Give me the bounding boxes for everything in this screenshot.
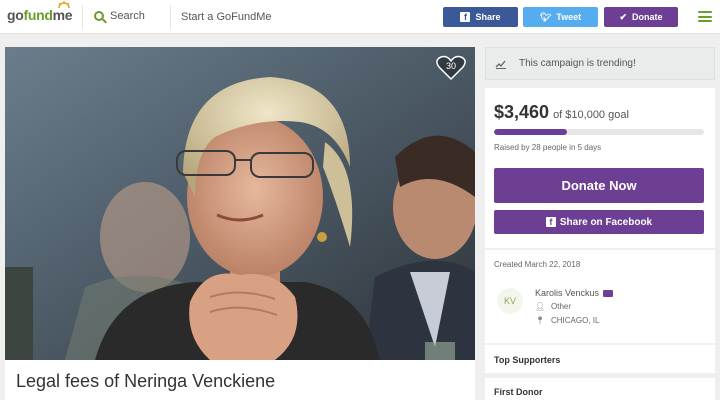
top-supporters-section: Top Supporters <box>485 345 715 373</box>
header-donate-button[interactable]: ✔ Donate <box>604 7 678 27</box>
organizer-name[interactable]: Karolis Venckus <box>535 288 599 298</box>
campaign-photo: 30 <box>5 47 475 360</box>
header-divider <box>170 5 171 29</box>
progress-bar <box>494 129 704 135</box>
hamburger-menu-icon[interactable] <box>698 11 712 22</box>
search-link[interactable]: Search <box>94 10 145 22</box>
organizer-location: CHICAGO, IL <box>551 316 600 325</box>
search-icon <box>94 11 104 21</box>
first-donor-section: First Donor <box>485 378 715 400</box>
campaign-title: Legal fees of Neringa Venckiene <box>16 371 276 391</box>
start-gofundme-link[interactable]: Start a GoFundMe <box>181 11 272 23</box>
facebook-icon: f <box>460 12 471 22</box>
campaign-photo-illustration <box>5 47 475 360</box>
sun-icon <box>58 1 70 9</box>
heart-button[interactable]: 30 <box>436 55 466 81</box>
header-tweet-button[interactable]: 🐦︎ Tweet <box>523 7 598 27</box>
organizer-relation: Other <box>551 302 572 311</box>
twitter-icon: 🐦︎ <box>539 11 552 22</box>
organizer-relation-row: 👤︎ Other <box>535 302 571 311</box>
donate-now-button[interactable]: Donate Now <box>494 168 704 203</box>
logo-text-fund: fund <box>23 7 53 23</box>
share-on-facebook-button[interactable]: f Share on Facebook <box>494 210 704 234</box>
organizer-location-row: 📍︎ CHICAGO, IL <box>535 316 599 325</box>
trending-chart-icon <box>495 60 506 69</box>
header-divider <box>82 5 83 29</box>
search-label: Search <box>110 10 145 22</box>
donation-card: $3,460 of $10,000 goal Raised by 28 peop… <box>485 88 715 248</box>
organizer-avatar: KV <box>497 288 523 314</box>
user-icon: 👤︎ <box>535 302 546 311</box>
heart-count: 30 <box>445 61 456 71</box>
goal-text: of $10,000 goal <box>553 109 629 121</box>
donate-label: Donate <box>632 12 663 22</box>
envelope-icon[interactable] <box>603 289 614 297</box>
organizer-name-row: Karolis Venckus <box>535 288 614 298</box>
raised-by-text: Raised by 28 people in 5 days <box>494 143 602 152</box>
header-share-button[interactable]: f Share <box>443 7 518 27</box>
share-label: Share <box>475 12 501 22</box>
top-supporters-heading: Top Supporters <box>494 355 561 365</box>
raised-amount: $3,460 <box>494 102 550 122</box>
gofundme-logo[interactable]: gofundme <box>7 1 73 23</box>
logo-text-go: go <box>7 7 24 23</box>
trending-text: This campaign is trending! <box>519 58 636 69</box>
top-navbar: gofundme Search Start a GoFundMe f Share… <box>0 0 720 34</box>
progress-fill <box>494 129 567 135</box>
first-donor-heading: First Donor <box>494 387 543 397</box>
campaign-title-bar: Legal fees of Neringa Venckiene <box>5 360 475 400</box>
facebook-icon: f <box>545 217 556 227</box>
trending-banner: This campaign is trending! <box>485 47 715 80</box>
organizer-card: Created March 22, 2018 KV Karolis Vencku… <box>485 250 715 343</box>
tweet-label: Tweet <box>556 12 582 22</box>
logo-text-me: me <box>52 7 73 23</box>
checkmark-icon: ✔ <box>619 11 628 22</box>
raised-summary: $3,460 of $10,000 goal <box>494 102 629 123</box>
created-date: Created March 22, 2018 <box>494 260 581 269</box>
location-pin-icon: 📍︎ <box>535 316 546 325</box>
share-facebook-label: Share on Facebook <box>559 216 653 228</box>
